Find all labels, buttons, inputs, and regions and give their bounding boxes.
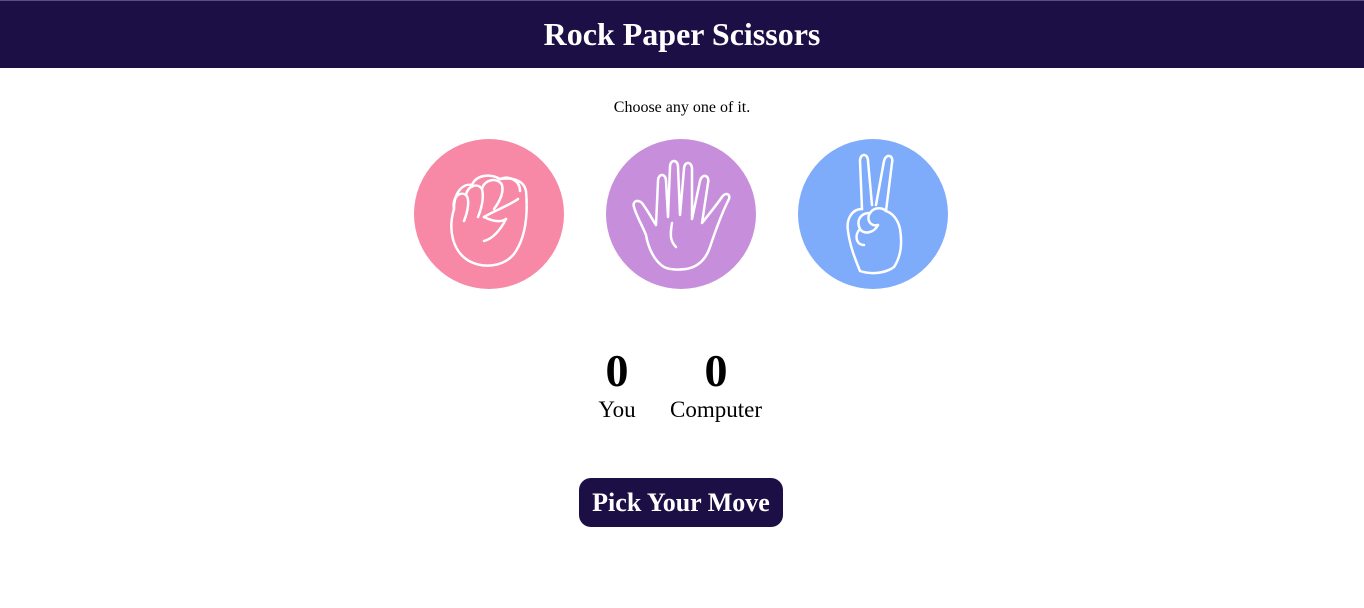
choose-prompt: Choose any one of it.	[613, 99, 751, 116]
scissors-choice-button[interactable]	[798, 139, 948, 289]
fist-icon	[450, 174, 528, 267]
pick-move-button[interactable]: Pick Your Move	[579, 478, 783, 527]
computer-score: 0 Computer	[656, 345, 776, 423]
paper-choice-button[interactable]	[606, 139, 756, 289]
choices-row	[414, 139, 948, 289]
computer-score-label: Computer	[670, 397, 762, 422]
computer-score-value: 0	[704, 345, 728, 396]
app-header: Rock Paper Scissors	[0, 0, 1364, 68]
open-hand-icon	[632, 159, 731, 271]
peace-hand-icon	[846, 153, 903, 275]
page-title: Rock Paper Scissors	[543, 16, 821, 52]
rock-choice-button[interactable]	[414, 139, 564, 289]
